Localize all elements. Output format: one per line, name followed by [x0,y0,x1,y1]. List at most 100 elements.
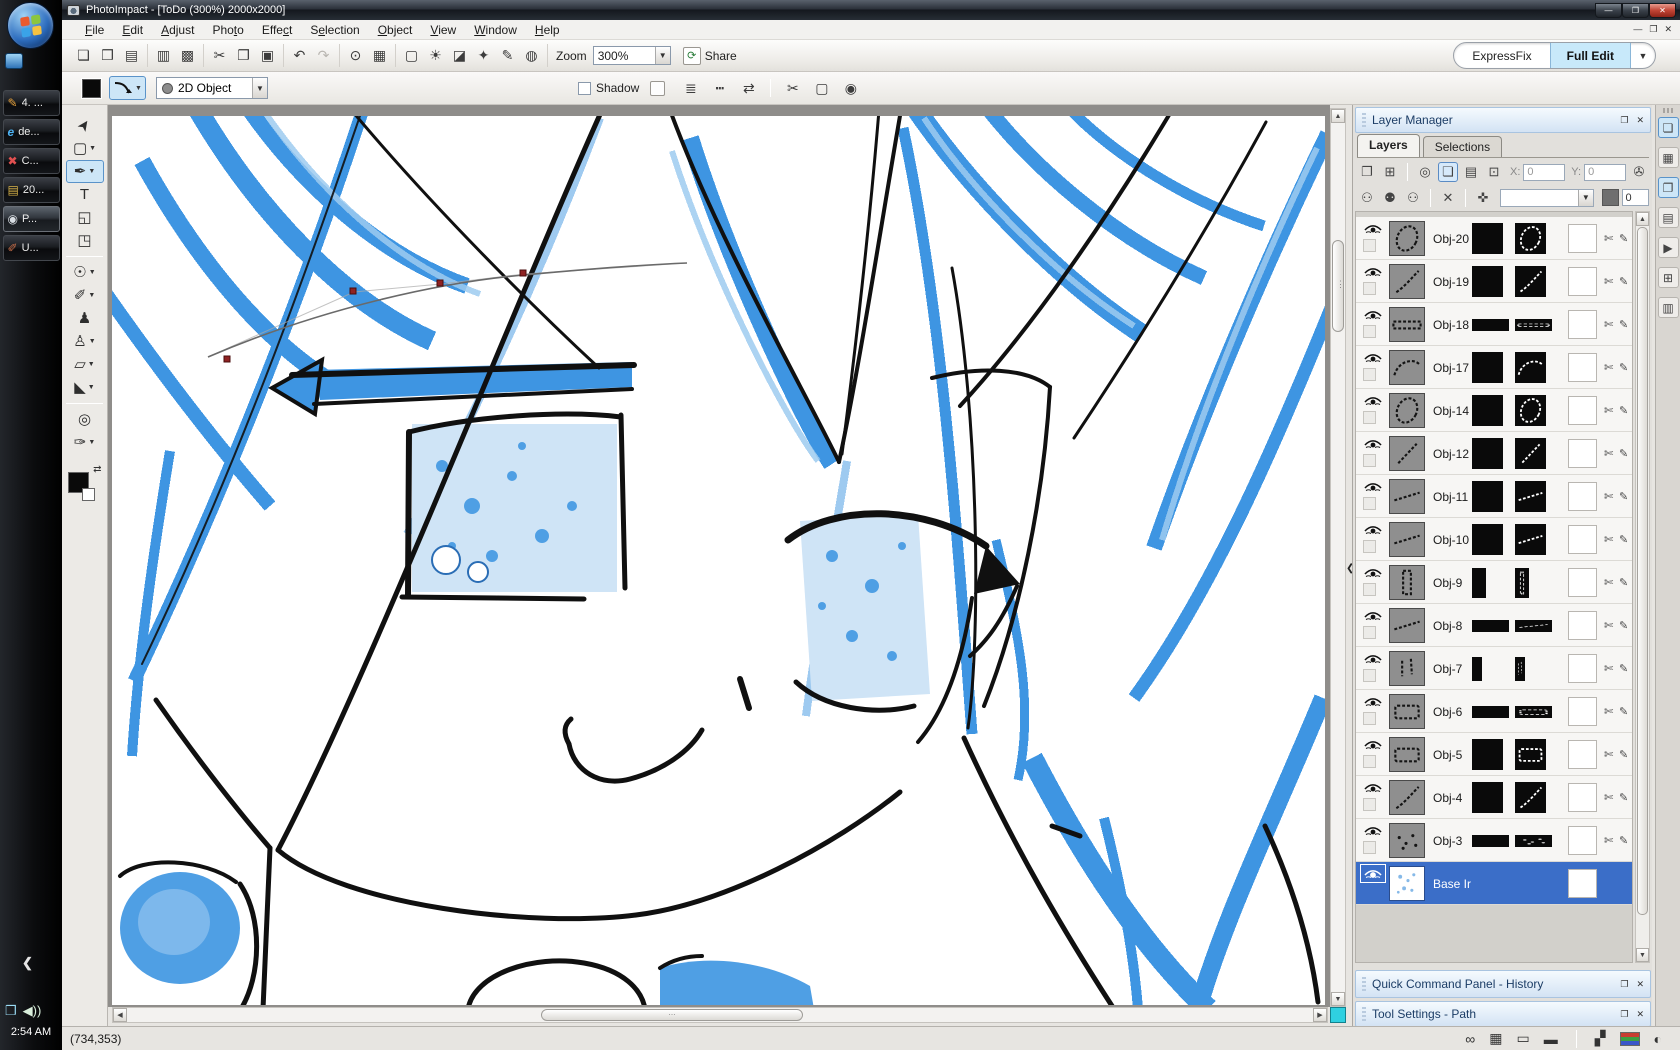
edit-icon[interactable]: ✎ [1619,318,1628,331]
mask-thumbnail[interactable] [1515,266,1546,297]
fill-thumbnail[interactable] [1472,352,1503,383]
open-icon[interactable]: ❒ [96,44,119,67]
mask-toggle-box[interactable] [1363,798,1376,811]
paint-tool[interactable]: ✐ ▼ [66,284,104,307]
visibility-eye-icon[interactable] [1363,394,1383,407]
color-swatch[interactable] [81,77,102,99]
trim-icon[interactable]: ✄ [1604,791,1613,804]
fill-thumbnail[interactable] [1472,835,1509,847]
fill-thumbnail[interactable] [1472,319,1509,331]
object-thumbnail[interactable] [1389,780,1425,815]
trim-icon[interactable]: ✄ [1604,533,1613,546]
object-thumbnail[interactable] [1389,651,1425,686]
preview-zoom-icon[interactable]: ◎ [1415,162,1435,182]
scroll-down-arrow[interactable]: ▼ [1331,992,1345,1006]
layer-manager-panel-button[interactable]: ❏ [1657,117,1679,138]
mask-toggle-box[interactable] [1363,282,1376,295]
preview-thumbnail[interactable] [1568,310,1597,339]
paste-icon[interactable]: ▣ [256,44,279,67]
arrow-style-icon[interactable]: ⇄ [737,77,760,100]
tab-selections[interactable]: Selections [1422,136,1503,157]
text-tool[interactable]: T [66,183,104,206]
visibility-eye-icon[interactable] [1363,437,1383,450]
show-marked-icon[interactable]: ⚇ [1403,188,1423,208]
object-type-select[interactable]: 2D Object ▼ [155,77,268,99]
edit-icon[interactable]: ✎ [1619,705,1628,718]
canvas[interactable] [112,116,1325,1005]
print-options-icon[interactable]: ▩ [176,44,199,67]
layer-row-obj-3[interactable]: Obj-3 ✄ ✎ [1356,819,1632,862]
taskbar-button-u[interactable]: ✐ U... [2,235,60,261]
fill-thumbnail[interactable] [1472,706,1509,718]
pick-tool[interactable]: ➤ [66,114,104,137]
fill-thumbnail[interactable] [1472,481,1503,512]
taskbar-button-20[interactable]: ▤ 20... [2,177,60,203]
object-thumbnail[interactable] [1389,522,1425,557]
fill-thumbnail[interactable] [1472,620,1509,632]
preview-thumbnail[interactable] [1568,353,1597,382]
chevron-down-icon[interactable]: ▼ [1577,189,1593,206]
layer-row-obj-17[interactable]: Obj-17 ✄ ✎ [1356,346,1632,389]
edit-icon[interactable]: ✎ [1619,834,1628,847]
transform-tool[interactable]: ◳ [66,229,104,252]
duplicate-icon[interactable]: ❐ [1357,162,1377,182]
mask-toggle-box[interactable] [1363,583,1376,596]
trim-icon[interactable]: ✄ [1604,447,1613,460]
shadow-color-swatch[interactable] [650,80,666,96]
x-field[interactable]: 0 [1523,163,1566,181]
preview-thumbnail[interactable] [1568,826,1597,855]
mask-thumbnail[interactable] [1515,782,1546,813]
network-tray-icon[interactable]: ❒ [5,1003,17,1019]
mdi-minimize-button[interactable]: — [1633,24,1642,35]
object-thumbnail[interactable] [1389,350,1425,385]
copy-icon[interactable]: ❐ [232,44,255,67]
taskbar-button-4[interactable]: ✎ 4. ... [2,90,60,116]
preview-thumbnail[interactable] [1568,869,1597,898]
layer-row-obj-20[interactable]: Obj-20 ✄ ✎ [1356,217,1632,260]
visibility-eye-icon[interactable] [1363,480,1383,493]
shadow-checkbox[interactable] [577,81,591,95]
visibility-eye-icon[interactable] [1363,695,1383,708]
visibility-eye-icon[interactable] [1363,566,1383,579]
mask-thumbnail[interactable] [1515,223,1546,254]
visibility-eye-icon[interactable] [1363,265,1383,278]
mask-thumbnail[interactable] [1515,395,1546,426]
panel-float-icon[interactable]: ❐ [1620,1009,1628,1020]
hide-objects-icon[interactable]: ⚉ [1380,188,1400,208]
taskbar-button-de[interactable]: e de... [2,119,60,145]
vertical-scroll-thumb[interactable] [1332,240,1345,332]
mask-thumbnail[interactable] [1515,438,1546,469]
share-button[interactable]: ⟳ Share [682,46,737,65]
edit-icon[interactable]: ✎ [1619,791,1628,804]
taskbar-button-c[interactable]: ✖ C... [2,148,60,174]
scroll-down-arrow[interactable]: ▼ [1636,948,1649,962]
line-style-icon[interactable]: ≣ [679,77,702,100]
edit-icon[interactable]: ✎ [1619,490,1628,503]
path-mode-button[interactable]: ▼ [109,76,146,100]
opacity-field[interactable]: 0 [1621,189,1649,206]
delete-object-icon[interactable]: ✕ [1438,188,1458,208]
merge-select[interactable]: ▼ [1500,188,1594,207]
color-well[interactable]: ⇄ [67,464,102,506]
pattern-panel-button[interactable]: ▦ [1657,147,1679,168]
layer-list-scroll-thumb[interactable] [1637,227,1648,915]
edit-window-icon[interactable]: ⊡ [1484,162,1504,182]
fill-thumbnail[interactable] [1472,782,1503,813]
fill-thumbnail[interactable] [1472,524,1503,555]
trim-icon[interactable]: ✄ [1604,576,1613,589]
dash-style-icon[interactable]: ┅ [708,77,731,100]
preview-thumbnail[interactable] [1568,396,1597,425]
chevron-down-icon[interactable]: ▼ [251,78,267,98]
mask-toggle-box[interactable] [1363,325,1376,338]
preview-thumbnail[interactable] [1568,654,1597,683]
object-thumbnail[interactable] [1389,264,1425,299]
mdi-close-button[interactable]: ✕ [1664,24,1672,35]
cut-icon[interactable]: ✂ [208,44,231,67]
preview-thumbnail[interactable] [1568,525,1597,554]
menu-adjust[interactable]: Adjust [152,21,203,39]
menu-file[interactable]: File [76,21,113,39]
minimize-button[interactable]: — [1595,2,1622,18]
mask-toggle-box[interactable] [1363,497,1376,510]
navigator-panel-button[interactable]: ▶ [1657,237,1679,258]
layer-row-obj-19[interactable]: Obj-19 ✄ ✎ [1356,260,1632,303]
